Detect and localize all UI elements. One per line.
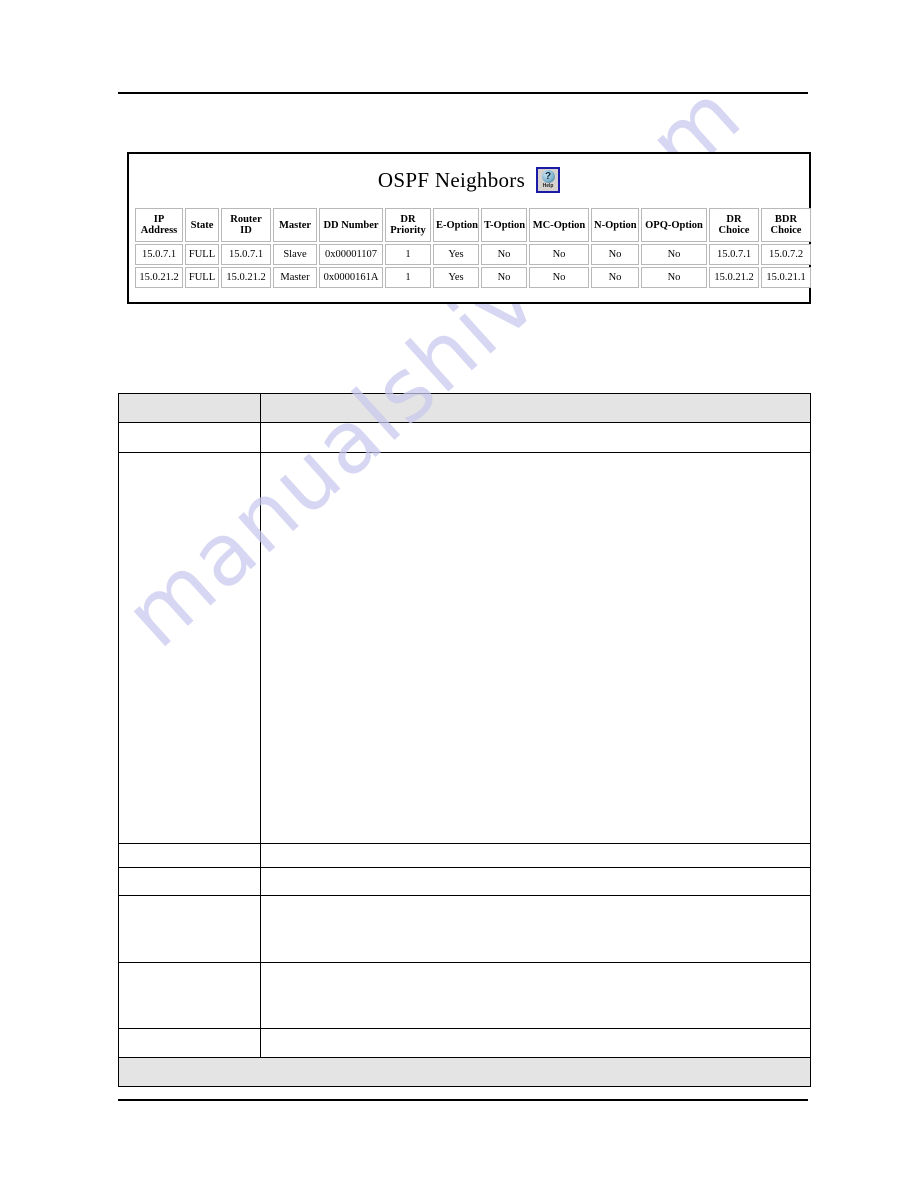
page-header-rule [118,92,808,94]
help-button-label: Help [542,183,554,189]
column-header-line: E-Option [436,219,479,231]
column-header-opq-option: OPQ-Option [641,208,707,242]
cell-state: FULL [185,267,219,288]
document-table-value-cell [260,393,811,423]
cell-master: Slave [273,244,317,265]
document-table-value-cell [260,452,811,844]
cell-ip-address: 15.0.21.2 [135,267,183,288]
cell-master: Master [273,267,317,288]
column-header-line: Router [230,214,262,225]
page-footer-rule [118,1099,808,1101]
column-header-line: BDR [774,214,798,225]
column-header-line: MC-Option [532,219,586,231]
cell-mc-option: No [529,244,589,265]
column-header-mc-option: MC-Option [529,208,589,242]
column-header-line: ID [240,225,252,236]
cell-n-option: No [591,244,639,265]
cell-t-option: No [481,244,527,265]
document-table-row [118,1057,811,1087]
document-table-footer-cell [118,1057,811,1087]
cell-dr-choice: 15.0.7.1 [709,244,759,265]
table-row: 15.0.21.2 FULL 15.0.21.2 Master 0x0000161A 1 Y… [135,267,811,288]
help-button[interactable]: ? Help [536,167,561,193]
cell-dr-priority: 1 [385,267,431,288]
page-title: OSPF Neighbors [377,167,526,192]
cell-ip-address: 15.0.7.1 [135,244,183,265]
document-table-row [118,422,811,453]
document-table-value-cell [260,867,811,896]
document-table-row [118,393,811,423]
document-table-label-cell [118,422,261,453]
cell-bdr-choice: 15.0.21.1 [761,267,811,288]
column-header-line: Choice [718,225,750,236]
document-table-value-cell [260,895,811,963]
column-header-line: Choice [770,225,802,236]
cell-router-id: 15.0.21.2 [221,267,271,288]
document-content-table [118,393,811,1087]
cell-dr-choice: 15.0.21.2 [709,267,759,288]
column-header-dr-priority: DR Priority [385,208,431,242]
help-question-icon: ? [541,170,555,183]
column-header-line: State [190,219,214,231]
document-table-row [118,452,811,844]
cell-dd-number: 0x00001107 [319,244,383,265]
column-header-line: N-Option [594,219,637,231]
document-table-label-cell [118,452,261,844]
column-header-dd-number: DD Number [319,208,383,242]
document-table-row [118,843,811,868]
cell-router-id: 15.0.7.1 [221,244,271,265]
column-header-master: Master [273,208,317,242]
column-header-line: T-Option [484,219,526,231]
column-header-t-option: T-Option [481,208,527,242]
screenshot-title-row: OSPF Neighbors ? Help [129,154,809,206]
column-header-router-id: Router ID [221,208,271,242]
cell-mc-option: No [529,267,589,288]
document-table-value-cell [260,843,811,868]
document-table-value-cell [260,1028,811,1058]
document-table-value-cell [260,422,811,453]
document-table-row [118,867,811,896]
table-header: IP Address State Router ID Master DD Number DR P… [135,208,811,242]
column-header-e-option: E-Option [433,208,479,242]
column-header-state: State [185,208,219,242]
cell-bdr-choice: 15.0.7.2 [761,244,811,265]
cell-opq-option: No [641,267,707,288]
column-header-dr-choice: DR Choice [709,208,759,242]
document-table-row [118,1028,811,1058]
cell-n-option: No [591,267,639,288]
document-table-label-cell [118,393,261,423]
document-table-row [118,962,811,1029]
column-header-line: OPQ-Option [645,219,703,231]
column-header-line: Address [140,225,178,236]
ospf-neighbors-table: IP Address State Router ID Master DD Number DR P… [133,206,813,290]
column-header-line: IP [153,214,165,225]
ospf-neighbors-screenshot: OSPF Neighbors ? Help IP Address State Rout… [127,152,811,304]
column-header-line: DR [726,214,742,225]
column-header-bdr-choice: BDR Choice [761,208,811,242]
document-table-label-cell [118,867,261,896]
cell-e-option: Yes [433,244,479,265]
document-table-label-cell [118,962,261,1029]
cell-t-option: No [481,267,527,288]
cell-opq-option: No [641,244,707,265]
document-table-body [118,393,811,1087]
document-table-row [118,895,811,963]
document-table-label-cell [118,895,261,963]
table-header-row: IP Address State Router ID Master DD Number DR P… [135,208,811,242]
document-table-value-cell [260,962,811,1029]
cell-state: FULL [185,244,219,265]
column-header-line: DD Number [323,219,379,231]
table-row: 15.0.7.1 FULL 15.0.7.1 Slave 0x00001107 1 Yes N… [135,244,811,265]
cell-dr-priority: 1 [385,244,431,265]
cell-dd-number: 0x0000161A [319,267,383,288]
column-header-line: Master [278,219,312,231]
column-header-line: DR [400,214,416,225]
document-table-label-cell [118,843,261,868]
table-body: 15.0.7.1 FULL 15.0.7.1 Slave 0x00001107 1 Yes N… [135,244,811,288]
column-header-ip-address: IP Address [135,208,183,242]
document-table-label-cell [118,1028,261,1058]
cell-e-option: Yes [433,267,479,288]
column-header-n-option: N-Option [591,208,639,242]
column-header-line: Priority [390,225,426,236]
